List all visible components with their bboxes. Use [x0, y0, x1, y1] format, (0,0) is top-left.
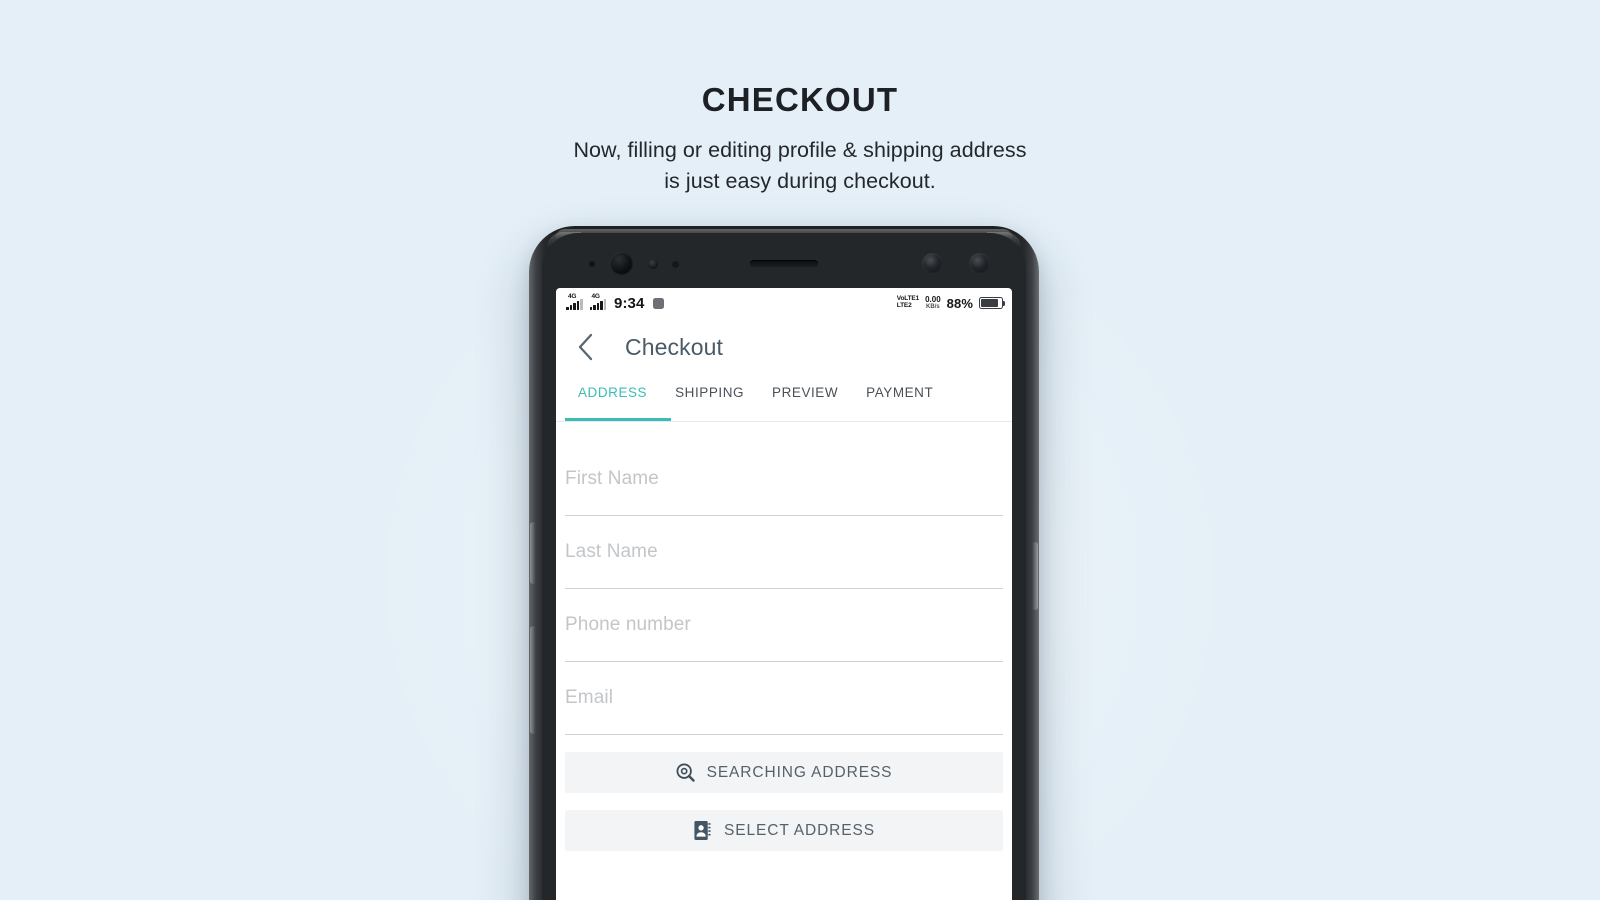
searching-address-button[interactable]: SEARCHING ADDRESS	[565, 752, 1003, 793]
alarm-icon	[653, 297, 665, 309]
volte-line-2: LTE2	[896, 302, 912, 309]
signal-bars-sim2	[589, 298, 606, 310]
email-placeholder: Email	[565, 687, 614, 708]
status-bar-right: VoLTE1 LTE2 0.00 KB/s 88%	[897, 294, 1006, 311]
tab-shipping[interactable]: SHIPPING	[661, 376, 758, 400]
signal-strength-sim1-icon: 4G	[565, 293, 583, 310]
first-name-field[interactable]: First Name	[565, 443, 1003, 516]
volte-indicator-icon: VoLTE1 LTE2	[897, 296, 919, 309]
status-bar-left: 4G 4G 9:34	[565, 293, 665, 312]
signal-bars-sim1	[566, 298, 583, 310]
power-button[interactable]	[1032, 542, 1038, 610]
volume-up-button[interactable]	[530, 522, 536, 584]
secondary-camera-icon	[922, 253, 943, 274]
phone-number-field[interactable]: Phone number	[565, 589, 1003, 662]
tertiary-camera-icon	[969, 253, 990, 274]
contact-book-icon	[693, 820, 712, 841]
status-bar: 4G 4G 9:34 VoLTE1 LTE2 0.00 KB/s 88%	[556, 288, 1012, 318]
earpiece-speaker	[750, 260, 818, 267]
phone-screen: 4G 4G 9:34 VoLTE1 LTE2 0.00 KB/s 88% Che…	[556, 288, 1012, 900]
first-name-placeholder: First Name	[565, 468, 659, 489]
battery-fill	[981, 299, 999, 307]
volume-down-button[interactable]	[530, 626, 536, 734]
page-title: CHECKOUT	[701, 81, 899, 118]
tab-address[interactable]: ADDRESS	[564, 376, 661, 400]
back-button[interactable]	[566, 327, 606, 367]
page-heading: CHECKOUT Now, filling or editing profile…	[0, 81, 1600, 196]
app-bar-title: Checkout	[625, 333, 723, 360]
sensor-dot-icon	[589, 261, 595, 267]
network-speed-unit: KB/s	[926, 304, 940, 311]
search-location-icon	[676, 763, 695, 782]
network-speed-value: 0.00	[925, 294, 941, 304]
select-address-button[interactable]: SELECT ADDRESS	[565, 810, 1003, 851]
signal-strength-sim2-icon: 4G	[589, 293, 606, 310]
network-type-sim2-label: 4G	[591, 292, 600, 300]
last-name-placeholder: Last Name	[565, 541, 658, 562]
battery-percent-label: 88%	[946, 295, 973, 311]
app-bar: Checkout	[556, 318, 1012, 376]
status-bar-clock: 9:34	[614, 294, 645, 312]
front-camera-icon	[610, 252, 633, 275]
tab-payment[interactable]: PAYMENT	[852, 376, 947, 400]
active-tab-indicator	[565, 418, 671, 421]
email-field[interactable]: Email	[565, 662, 1003, 735]
select-address-label: SELECT ADDRESS	[723, 821, 875, 839]
page-subtitle-line-1: Now, filling or editing profile & shippi…	[573, 138, 1027, 163]
proximity-sensor-icon	[648, 259, 658, 269]
searching-address-label: SEARCHING ADDRESS	[706, 763, 893, 781]
light-sensor-icon	[672, 261, 679, 268]
tab-bar: ADDRESS SHIPPING PREVIEW PAYMENT	[556, 376, 1012, 422]
phone-number-placeholder: Phone number	[565, 614, 691, 635]
last-name-field[interactable]: Last Name	[565, 516, 1003, 589]
phone-sensor-row	[542, 244, 1026, 284]
phone-mockup: 4G 4G 9:34 VoLTE1 LTE2 0.00 KB/s 88% Che…	[529, 226, 1039, 900]
page-subtitle: Now, filling or editing profile & shippi…	[0, 135, 1600, 196]
address-form: First Name Last Name Phone number Email	[556, 443, 1012, 851]
tab-preview[interactable]: PREVIEW	[758, 376, 852, 400]
chevron-left-icon	[578, 333, 593, 361]
page-subtitle-line-2: is just easy during checkout.	[664, 168, 936, 193]
network-type-sim1-label: 4G	[568, 292, 577, 300]
network-speed-indicator: 0.00 KB/s	[925, 294, 941, 311]
battery-icon	[979, 297, 1006, 309]
